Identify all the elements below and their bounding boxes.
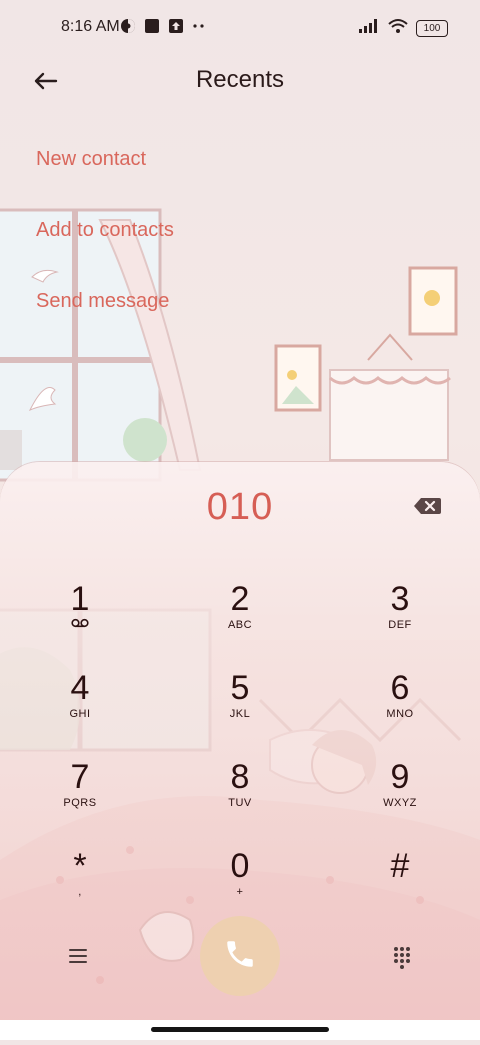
key-9[interactable]: 9 WXYZ — [340, 758, 460, 836]
key-digit: 7 — [70, 758, 90, 796]
key-digit: 6 — [390, 669, 410, 707]
battery-icon: 100 — [416, 20, 448, 37]
key-star[interactable]: * , — [20, 847, 140, 925]
key-0[interactable]: 0 + — [180, 847, 300, 925]
call-button[interactable] — [200, 916, 280, 996]
key-2[interactable]: 2 ABC — [180, 580, 300, 658]
new-contact-link[interactable]: New contact — [36, 148, 146, 171]
key-4[interactable]: 4 GHI — [20, 669, 140, 747]
key-hash[interactable]: # — [340, 847, 460, 925]
keypad-icon — [386, 947, 418, 976]
phone-icon — [223, 937, 257, 976]
key-6[interactable]: 6 MNO — [340, 669, 460, 747]
key-letters: TUV — [228, 797, 252, 809]
key-8[interactable]: 8 TUV — [180, 758, 300, 836]
dialed-number: 010 — [206, 486, 274, 528]
backspace-icon — [412, 498, 442, 522]
key-letters: , — [78, 886, 82, 898]
key-digit: 8 — [230, 758, 250, 796]
key-digit: 9 — [390, 758, 410, 796]
menu-icon — [62, 949, 94, 976]
backspace-button[interactable] — [412, 494, 442, 518]
key-digit: 5 — [230, 669, 250, 707]
key-digit: # — [390, 847, 410, 885]
key-digit: 2 — [230, 580, 250, 618]
key-letters: + — [236, 886, 244, 898]
key-letters: WXYZ — [383, 797, 417, 809]
key-letters: DEF — [388, 619, 412, 631]
key-digit: 0 — [230, 847, 250, 885]
page-title: Recents — [195, 66, 285, 93]
status-bar: 8:16 AM 100 — [0, 0, 480, 56]
status-time: 8:16 AM — [61, 18, 120, 35]
key-letters: MNO — [386, 708, 414, 720]
key-digit: 3 — [390, 580, 410, 618]
key-digit: * — [73, 847, 87, 885]
more-dots-icon — [192, 18, 206, 39]
notification-square-icon — [144, 18, 160, 39]
key-letters: JKL — [229, 708, 251, 720]
home-gesture-handle[interactable] — [151, 1027, 329, 1032]
key-digit: 1 — [70, 580, 90, 618]
send-message-link[interactable]: Send message — [36, 290, 169, 313]
menu-button[interactable] — [62, 940, 94, 972]
key-5[interactable]: 5 JKL — [180, 669, 300, 747]
key-7[interactable]: 7 PQRS — [20, 758, 140, 836]
key-letters: PQRS — [63, 797, 97, 809]
battery-level: 100 — [423, 23, 441, 34]
key-3[interactable]: 3 DEF — [340, 580, 460, 658]
key-letters: GHI — [69, 708, 91, 720]
add-to-contacts-link[interactable]: Add to contacts — [36, 219, 174, 242]
key-digit: 4 — [70, 669, 90, 707]
voicemail-icon — [20, 618, 140, 632]
key-1[interactable]: 1 — [20, 580, 140, 658]
wifi-icon — [388, 18, 408, 39]
vpn-icon — [120, 18, 136, 39]
key-letters: ABC — [227, 619, 253, 631]
upload-icon — [168, 18, 184, 39]
keypad-toggle-button[interactable] — [386, 940, 418, 972]
signal-icon — [358, 18, 380, 39]
